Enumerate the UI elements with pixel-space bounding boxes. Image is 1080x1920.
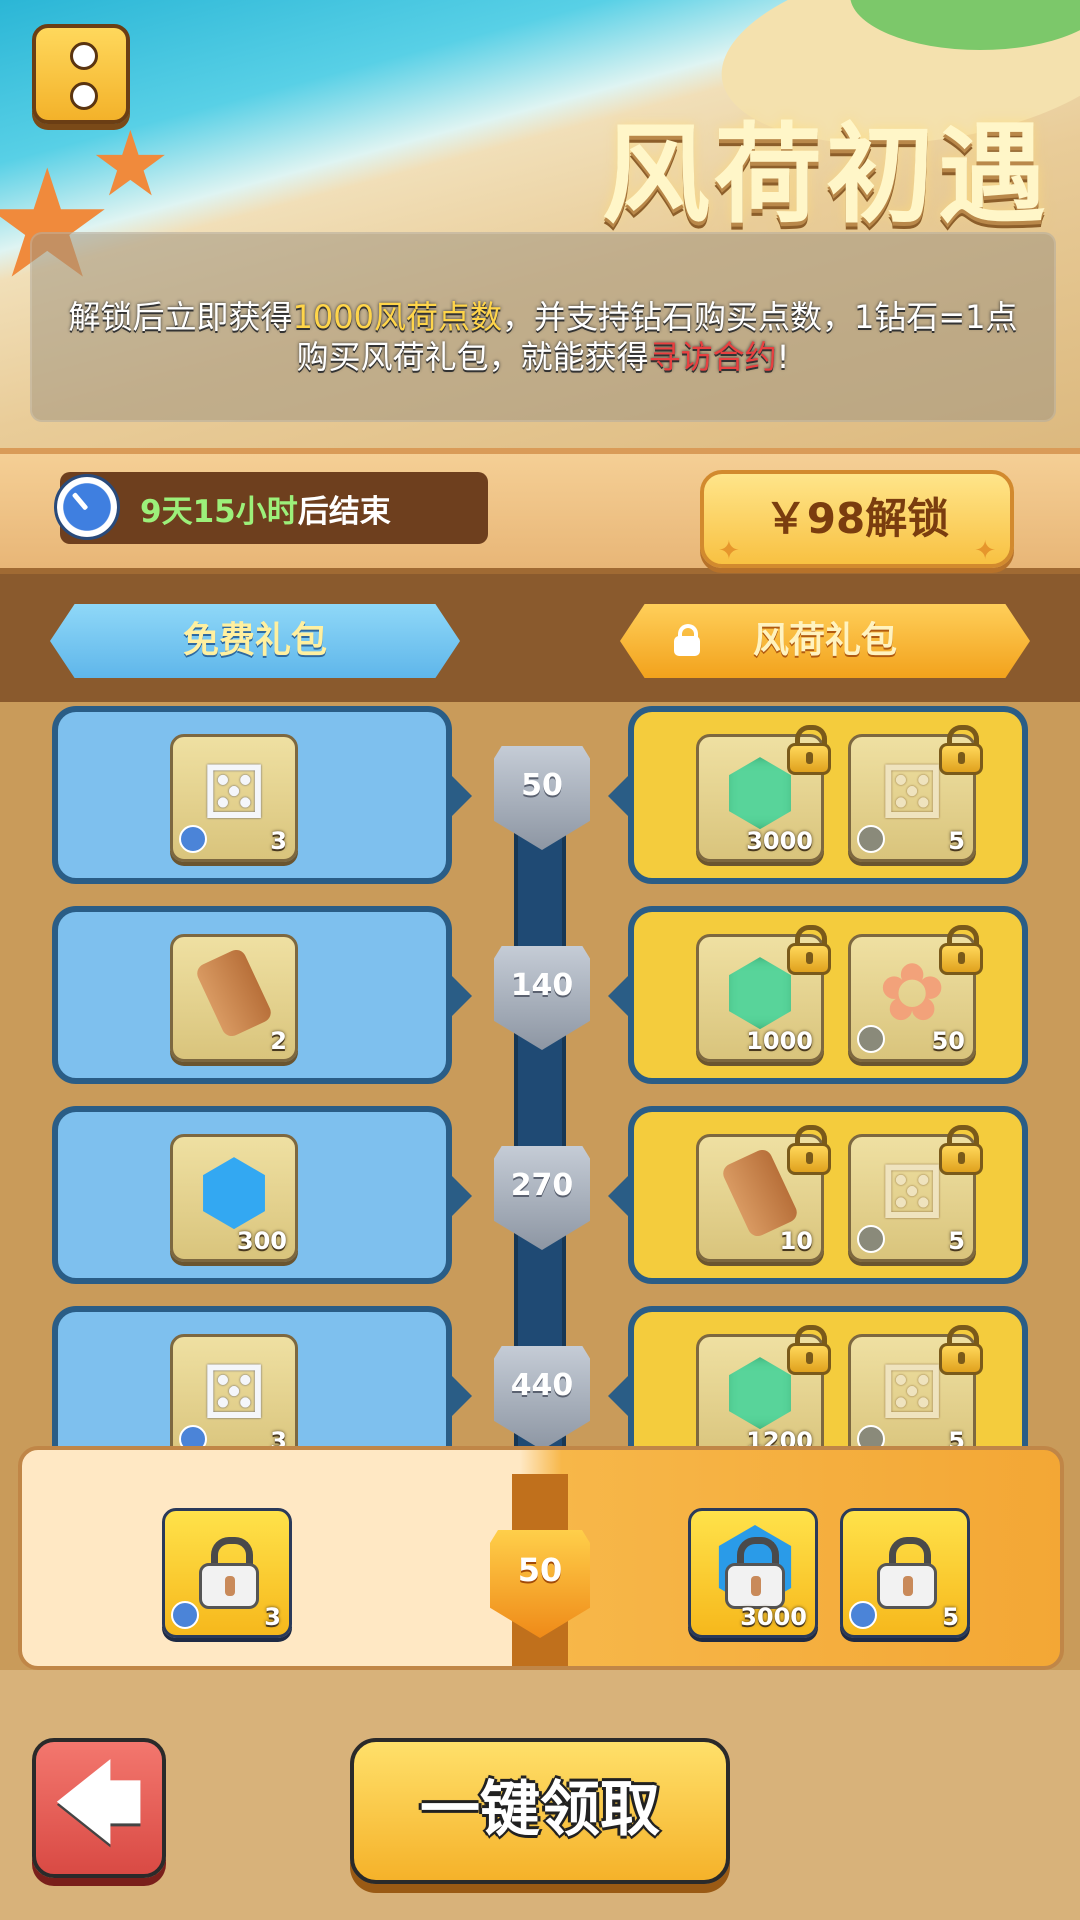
- lock-icon: [939, 725, 983, 777]
- lock-icon: [725, 1537, 785, 1611]
- gem-icon: [203, 1157, 265, 1230]
- paid-reward-row: 1000 ✿ 50: [608, 906, 1028, 1084]
- dice-icon: ⚄: [879, 1150, 945, 1237]
- reward-slot[interactable]: 1200: [696, 1325, 831, 1462]
- reward-slot[interactable]: 10: [696, 1125, 831, 1262]
- free-reward-row: 2: [52, 906, 472, 1084]
- back-arrow-icon: 🡄: [54, 1754, 144, 1854]
- tab-lotus-pack-label: 风荷礼包: [752, 620, 897, 661]
- lock-icon: [877, 1537, 937, 1611]
- clock-icon: [171, 1601, 199, 1629]
- scroll-icon: [193, 946, 275, 1040]
- clock-icon: [857, 1025, 885, 1053]
- clock-icon: [857, 1225, 885, 1253]
- tab-lotus-pack[interactable]: 风荷礼包: [620, 604, 1030, 678]
- tab-free-pack[interactable]: 免费礼包: [50, 604, 460, 678]
- clock-icon: [849, 1601, 877, 1629]
- countdown-text: 9天15小时后结束: [140, 494, 391, 530]
- lock-icon: [939, 1325, 983, 1377]
- lock-icon: [674, 624, 700, 658]
- reward-slot[interactable]: ⚄ 5: [848, 725, 983, 862]
- dice-icon: ⚄: [879, 1350, 945, 1437]
- clock-icon: [54, 474, 120, 540]
- lock-icon: [787, 1325, 831, 1377]
- reward-slot[interactable]: ⚄ 3: [170, 1334, 298, 1462]
- clock-icon: [179, 825, 207, 853]
- paid-reward-row: 3000 ⚄ 5: [608, 706, 1028, 884]
- unlock-button-label: ￥98解锁: [764, 494, 950, 543]
- dice-icon: ⚄: [879, 750, 945, 837]
- dice-icon: ⚄: [201, 1350, 267, 1437]
- reward-slot[interactable]: ✿ 50: [848, 925, 983, 1062]
- flower-icon: ✿: [878, 946, 946, 1040]
- lock-icon: [787, 725, 831, 777]
- reward-slot[interactable]: 3000: [696, 725, 831, 862]
- description-line-2: 购买风荷礼包，就能获得寻访合约!: [296, 338, 790, 376]
- lock-icon: [199, 1537, 259, 1611]
- free-reward-row: ⚄ 3: [52, 706, 472, 884]
- back-button[interactable]: 🡄: [32, 1738, 166, 1878]
- clock-icon: [857, 825, 885, 853]
- reward-slot[interactable]: 1000: [696, 925, 831, 1062]
- event-title: 风荷初遇: [601, 113, 1050, 238]
- pause-button[interactable]: [32, 24, 130, 124]
- gem-icon: [729, 757, 791, 830]
- milestone-paid-slot[interactable]: 3000: [688, 1508, 818, 1638]
- milestone-paid-slot[interactable]: 5: [840, 1508, 970, 1638]
- dice-icon: ⚄: [201, 750, 267, 837]
- description-panel: 解锁后立即获得1000风荷点数，并支持钻石购买点数，1钻石=1点 购买风荷礼包，…: [30, 232, 1056, 422]
- lock-icon: [787, 925, 831, 977]
- unlock-button[interactable]: ✦ ￥98解锁 ✦: [700, 470, 1014, 568]
- reward-slot[interactable]: ⚄ 5: [848, 1325, 983, 1462]
- reward-slot[interactable]: ⚄ 5: [848, 1125, 983, 1262]
- lock-icon: [939, 925, 983, 977]
- claim-all-button[interactable]: 一键领取: [350, 1738, 730, 1884]
- gem-icon: [729, 1357, 791, 1430]
- free-reward-row: 300: [52, 1106, 472, 1284]
- paid-reward-row: 10 ⚄ 5: [608, 1106, 1028, 1284]
- reward-slot[interactable]: ⚄ 3: [170, 734, 298, 862]
- gem-icon: [729, 957, 791, 1030]
- lock-icon: [787, 1125, 831, 1177]
- starfish-icon: ★: [90, 112, 171, 217]
- milestone-free-slot[interactable]: 3: [162, 1508, 292, 1638]
- lock-icon: [939, 1125, 983, 1177]
- reward-slot[interactable]: 300: [170, 1134, 298, 1262]
- reward-slot[interactable]: 2: [170, 934, 298, 1062]
